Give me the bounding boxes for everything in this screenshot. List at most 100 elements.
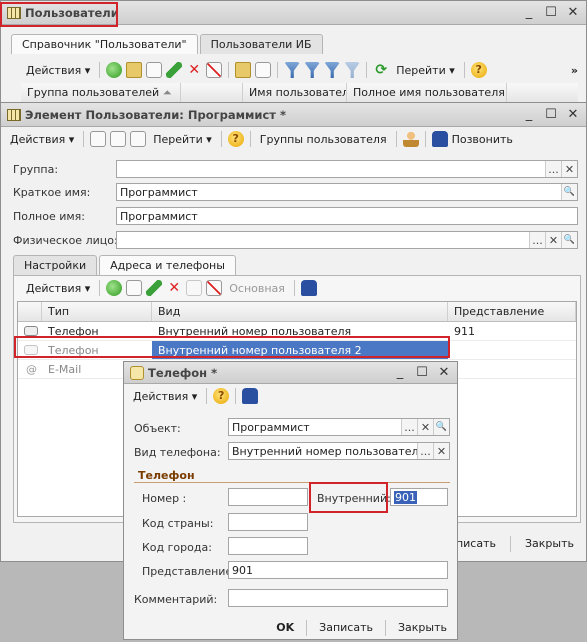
tab-settings[interactable]: Настройки: [13, 255, 98, 275]
maximize-button[interactable]: ☐: [544, 106, 558, 122]
phone-icon[interactable]: [431, 131, 448, 147]
element-titlebar: Элемент Пользователи: Программист * _ ☐ …: [1, 103, 586, 127]
goto-menu[interactable]: Перейти ▾: [393, 62, 458, 79]
phone-icon[interactable]: [242, 388, 259, 404]
person-icon[interactable]: [402, 131, 419, 147]
select-dots-icon[interactable]: ...: [401, 419, 417, 435]
actions-menu[interactable]: Действия ▾: [23, 62, 93, 79]
representation-field[interactable]: 901: [228, 561, 448, 579]
close-button[interactable]: ✕: [566, 106, 580, 122]
hierarchy-icon[interactable]: [235, 62, 252, 78]
col-kind[interactable]: Вид: [152, 302, 448, 321]
object-field[interactable]: Программист ... ✕ 🔍: [228, 418, 450, 436]
clear-icon[interactable]: ✕: [417, 419, 433, 435]
filter-icon[interactable]: [284, 62, 301, 78]
maximize-button[interactable]: ☐: [544, 4, 558, 20]
table-row-selected[interactable]: Телефон Внутренний номер пользователя 2: [18, 341, 576, 360]
element-window-title: Элемент Пользователи: Программист *: [25, 107, 286, 122]
call-button[interactable]: Позвонить: [452, 131, 516, 148]
add-icon[interactable]: [106, 62, 123, 78]
search-icon[interactable]: 🔍: [561, 232, 577, 248]
edit-icon[interactable]: [146, 280, 163, 296]
search-icon[interactable]: 🔍: [561, 184, 577, 200]
short-name-label: Краткое имя:: [13, 186, 91, 199]
copy-icon[interactable]: [126, 280, 143, 296]
save-button[interactable]: Записать: [315, 619, 377, 636]
actions-menu[interactable]: Действия ▾: [130, 388, 200, 405]
mark-delete-icon[interactable]: [206, 280, 223, 296]
phone-toolbar: Действия ▾ ?: [124, 384, 457, 408]
table-icon: [7, 6, 21, 19]
save-icon[interactable]: [90, 131, 107, 147]
set-main-button[interactable]: Основная: [226, 280, 288, 297]
col-representation[interactable]: Представление: [448, 302, 576, 321]
email-row-icon: @: [26, 362, 37, 376]
move-to-folder-icon[interactable]: [255, 62, 272, 78]
group-field[interactable]: ... ✕: [116, 160, 578, 178]
help-icon[interactable]: ?: [470, 62, 487, 78]
col-user-name[interactable]: Имя пользователя: [243, 83, 347, 102]
tab-infobase-users[interactable]: Пользователи ИБ: [199, 34, 323, 54]
city-code-label: Код города:: [142, 541, 212, 554]
full-name-field[interactable]: Программист: [116, 207, 578, 225]
search-icon[interactable]: 🔍: [433, 419, 449, 435]
refresh-icon[interactable]: ⟳: [373, 62, 389, 78]
clear-icon[interactable]: ✕: [545, 232, 561, 248]
filter-off-icon[interactable]: [344, 62, 361, 78]
person-field[interactable]: ... ✕ 🔍: [116, 231, 578, 249]
phone-icon[interactable]: [300, 280, 317, 296]
delete-icon[interactable]: ✕: [166, 280, 182, 296]
phone-kind-field[interactable]: Внутренний номер пользователя 2 ... ✕: [228, 442, 450, 460]
goto-menu[interactable]: Перейти ▾: [150, 131, 215, 148]
save-icon[interactable]: [186, 280, 203, 296]
more-icon[interactable]: »: [571, 64, 578, 77]
tab-users-catalog[interactable]: Справочник "Пользователи": [11, 34, 198, 54]
add-folder-icon[interactable]: [126, 62, 143, 78]
user-groups-button[interactable]: Группы пользователя: [257, 131, 390, 148]
delete-icon[interactable]: ✕: [186, 62, 202, 78]
col-user-fullname[interactable]: Полное имя пользователя: [347, 83, 507, 102]
actions-menu[interactable]: Действия ▾: [7, 131, 77, 148]
minimize-button[interactable]: _: [522, 4, 536, 20]
select-dots-icon[interactable]: ...: [417, 443, 433, 459]
table-icon: [7, 108, 21, 121]
mark-delete-icon[interactable]: [206, 62, 223, 78]
clear-icon[interactable]: ✕: [561, 161, 577, 177]
internal-label: Внутренний:: [317, 492, 391, 505]
maximize-button[interactable]: ☐: [415, 364, 429, 380]
clear-icon[interactable]: ✕: [433, 443, 449, 459]
actions-menu[interactable]: Действия ▾: [23, 280, 93, 297]
help-icon[interactable]: ?: [213, 388, 230, 404]
edit-icon[interactable]: [166, 62, 183, 78]
close-button[interactable]: ✕: [566, 4, 580, 20]
minimize-button[interactable]: _: [522, 106, 536, 122]
city-code-field[interactable]: [228, 537, 308, 555]
number-field[interactable]: [228, 488, 308, 506]
country-code-field[interactable]: [228, 513, 308, 531]
col-type[interactable]: Тип: [42, 302, 152, 321]
comment-field[interactable]: [228, 589, 448, 607]
refresh-doc-icon[interactable]: [130, 131, 147, 147]
addresses-toolbar: Действия ▾ ✕ Основная: [17, 276, 576, 300]
close-button[interactable]: ✕: [437, 364, 451, 380]
full-name-label: Полное имя:: [13, 210, 85, 223]
table-row[interactable]: Телефон Внутренний номер пользователя 91…: [18, 322, 576, 341]
minimize-button[interactable]: _: [393, 364, 407, 380]
col-user-group[interactable]: Группа пользователей ⏶: [21, 83, 181, 102]
copy-icon[interactable]: [146, 62, 163, 78]
select-dots-icon[interactable]: ...: [545, 161, 561, 177]
tab-addresses-phones[interactable]: Адреса и телефоны: [99, 255, 236, 275]
short-name-field[interactable]: Программист 🔍: [116, 183, 578, 201]
ok-button[interactable]: OK: [272, 619, 298, 636]
save-close-icon[interactable]: [110, 131, 127, 147]
select-dots-icon[interactable]: ...: [529, 232, 545, 248]
users-grid-header: Группа пользователей ⏶ Имя пользователя …: [21, 83, 578, 103]
filter-value-icon[interactable]: [304, 62, 321, 78]
add-icon[interactable]: [106, 280, 123, 296]
phone-kind-label: Вид телефона:: [134, 446, 221, 459]
filter-list-icon[interactable]: [324, 62, 341, 78]
close-button[interactable]: Закрыть: [521, 535, 578, 552]
close-button[interactable]: Закрыть: [394, 619, 451, 636]
internal-field[interactable]: 901: [390, 488, 448, 506]
help-icon[interactable]: ?: [227, 131, 244, 147]
